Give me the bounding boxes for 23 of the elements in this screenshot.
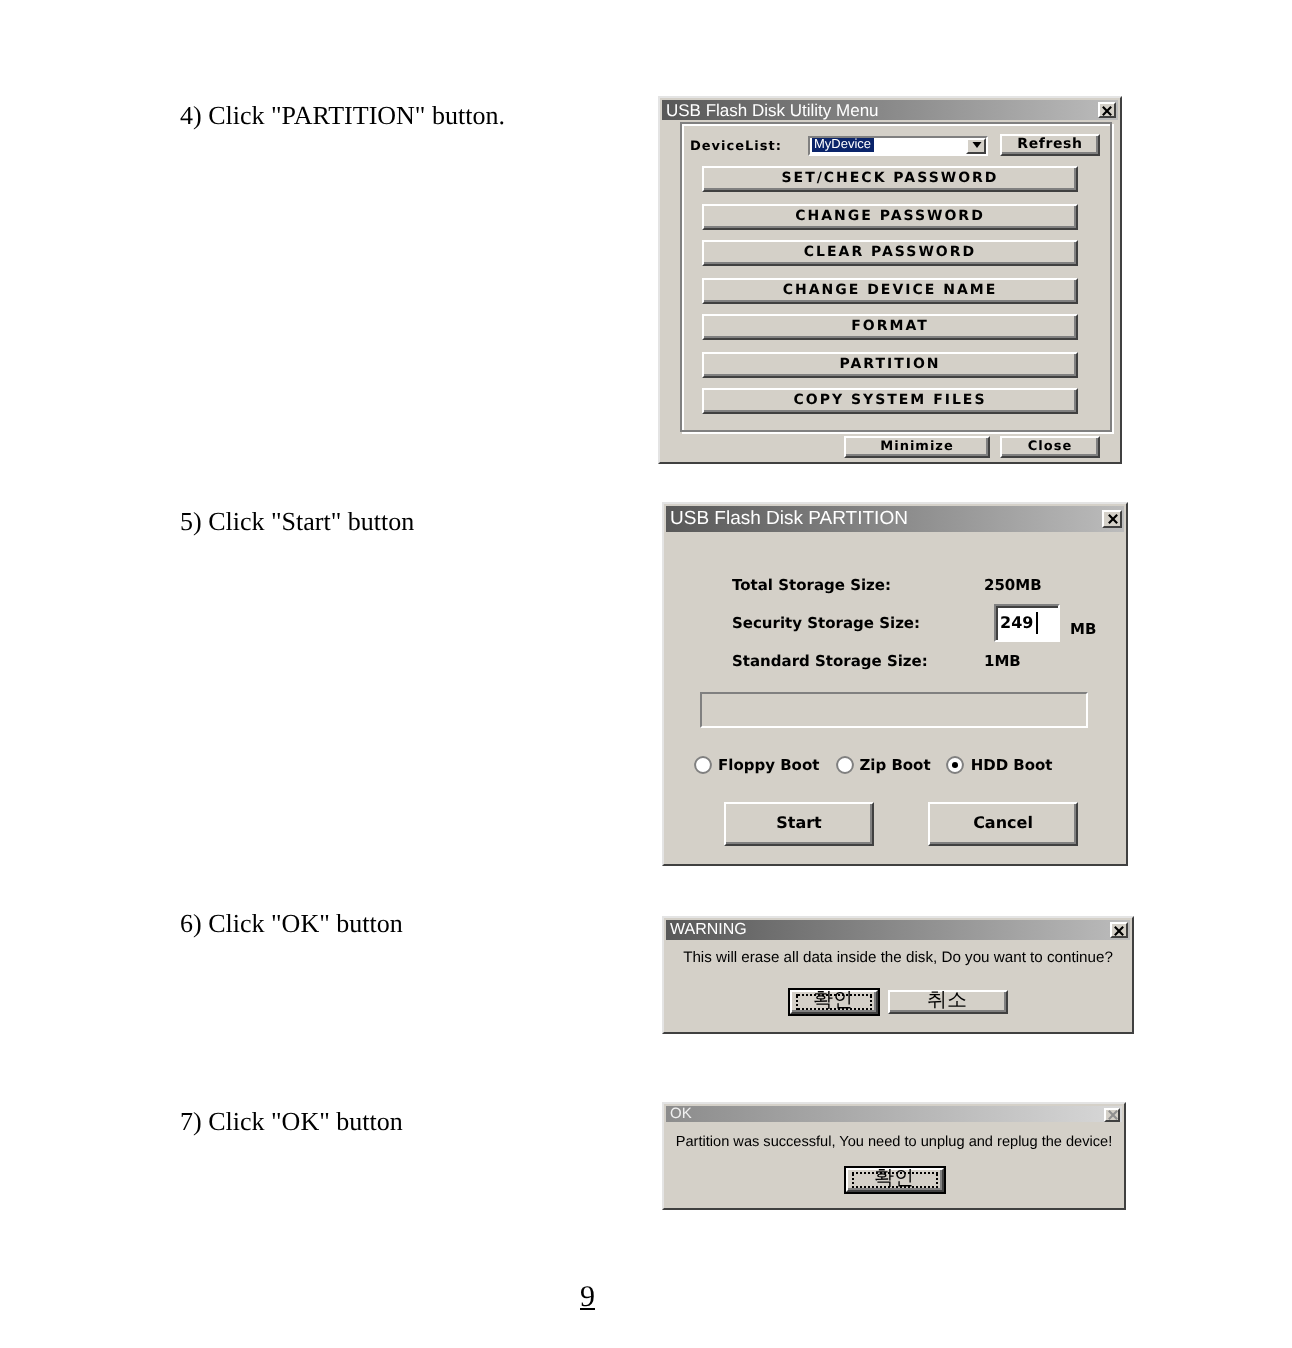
close-icon [1102, 105, 1112, 115]
text-cursor-icon [1035, 612, 1038, 634]
close-icon [1107, 514, 1117, 524]
dialog-button[interactable]: Cancel [928, 802, 1078, 846]
radio-button[interactable] [835, 756, 854, 774]
close-icon [1107, 1109, 1117, 1119]
input-field[interactable]: 249 [994, 604, 1060, 642]
step-instruction: 6) Click "OK" button [180, 908, 403, 938]
dialog-button[interactable]: 취소 [887, 990, 1007, 1014]
dropdown-button[interactable] [966, 137, 986, 153]
dialog-button[interactable]: 확인 [789, 990, 877, 1014]
window-title: USB Flash Disk Utility Menu [666, 101, 879, 119]
radio-button[interactable] [946, 756, 965, 774]
dropdown-arrow-icon [971, 142, 981, 148]
step-instruction: 4) Click "PARTITION" button. [180, 100, 505, 130]
page-number: 9 [580, 1282, 595, 1316]
step-instruction: 5) Click "Start" button [180, 506, 415, 536]
window-title: USB Flash Disk PARTITION [670, 509, 908, 529]
dialog-button[interactable]: Start [724, 802, 874, 846]
window-title: WARNING [670, 922, 747, 938]
close-icon [1114, 925, 1124, 935]
step-instruction: 7) Click "OK" button [180, 1106, 403, 1136]
radio-button[interactable] [694, 756, 712, 774]
